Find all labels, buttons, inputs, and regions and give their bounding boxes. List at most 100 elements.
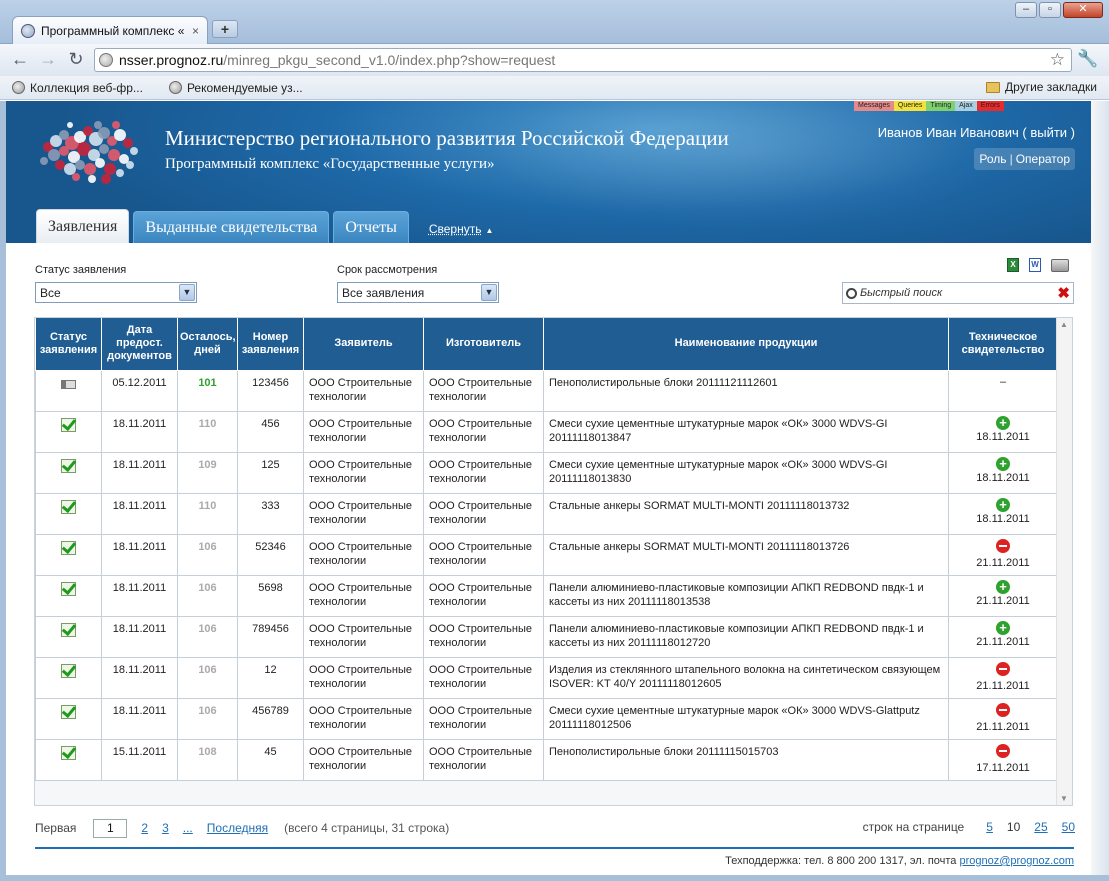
certificate-denied-icon[interactable] bbox=[996, 702, 1010, 717]
scroll-up-icon[interactable]: ▲ bbox=[1060, 320, 1068, 329]
certificate-cell: 21.11.2011 bbox=[948, 656, 1058, 699]
scroll-down-icon[interactable]: ▼ bbox=[1060, 794, 1068, 803]
minimize-button[interactable]: – bbox=[1015, 2, 1037, 18]
close-tab-icon[interactable]: × bbox=[192, 24, 199, 38]
column-header[interactable]: Изготовитель bbox=[423, 318, 544, 371]
table-row[interactable]: 18.11.2011 106 456789 ООО Строительные техн… bbox=[35, 697, 1058, 740]
page-link[interactable]: 3 bbox=[162, 821, 169, 835]
status-cell[interactable] bbox=[35, 533, 102, 576]
word-export-icon[interactable]: W bbox=[1029, 258, 1041, 272]
date-cell: 18.11.2011 bbox=[101, 533, 178, 576]
product-cell: Панели алюминиево-пластиковые композиции… bbox=[543, 574, 949, 617]
site-header: Messages Queries Timing Ajax Errors Министер… bbox=[6, 101, 1091, 243]
debug-tab[interactable]: Queries bbox=[893, 101, 927, 111]
collapse-link[interactable]: Свернуть ▲ bbox=[429, 215, 494, 243]
debug-tab[interactable]: Ajax bbox=[955, 101, 977, 111]
table-row[interactable]: 18.11.2011 109 125 ООО Строительные техноло… bbox=[35, 451, 1058, 494]
column-header[interactable]: Статус заявления bbox=[35, 318, 102, 371]
quick-search[interactable]: Быстрый поиск ✖ bbox=[842, 282, 1074, 304]
tab-applications[interactable]: Заявления bbox=[36, 209, 130, 243]
pagination: Первая 1 2 3 ... Последняя (всего 4 стра… bbox=[35, 818, 1075, 838]
table-row[interactable]: 18.11.2011 110 456 ООО Строительные техноло… bbox=[35, 410, 1058, 453]
new-tab-button[interactable]: + bbox=[212, 20, 238, 38]
print-icon[interactable] bbox=[1051, 258, 1069, 272]
address-bar[interactable]: nsser.prognoz.ru/minreg_pkgu_second_v1.0… bbox=[94, 48, 1072, 72]
logo-dot bbox=[123, 138, 133, 148]
debug-tab[interactable]: Timing bbox=[926, 101, 956, 111]
bookmark-item[interactable]: Коллекция веб-фр... bbox=[12, 81, 143, 95]
product-cell: Смеси сухие цементные штукатурные марок … bbox=[543, 451, 949, 494]
status-cell[interactable] bbox=[35, 410, 102, 453]
bookmark-item[interactable]: Рекомендуемые уз... bbox=[168, 81, 303, 95]
clear-search-icon[interactable]: ✖ bbox=[1057, 284, 1070, 302]
page-link-more[interactable]: ... bbox=[183, 821, 193, 835]
debug-tab[interactable]: Messages bbox=[854, 101, 894, 111]
table-row[interactable]: 18.11.2011 106 789456 ООО Строительные техн… bbox=[35, 615, 1058, 658]
table-row[interactable]: 15.11.2011 108 45 ООО Строительные технолог… bbox=[35, 738, 1058, 781]
term-select[interactable]: Все заявления ▼ bbox=[337, 282, 499, 303]
applicant-cell: ООО Строительные технологии bbox=[303, 492, 424, 535]
column-header[interactable]: Заявитель bbox=[303, 318, 424, 371]
page-link[interactable]: 2 bbox=[141, 821, 148, 835]
table-scrollbar[interactable]: ▲ ▼ bbox=[1056, 318, 1072, 805]
reload-icon[interactable]: ↻ bbox=[64, 48, 88, 72]
back-arrow-icon[interactable]: ← bbox=[8, 48, 32, 72]
maximize-button[interactable]: ▫ bbox=[1039, 2, 1061, 18]
table-row[interactable]: 18.11.2011 106 5698 ООО Строительные технол… bbox=[35, 574, 1058, 617]
support-email-link[interactable]: prognoz@prognoz.com bbox=[959, 855, 1074, 867]
column-header[interactable]: Осталось, дней bbox=[177, 318, 238, 371]
table-row[interactable]: 05.12.2011 101 123456 ООО Строительные техн… bbox=[35, 369, 1058, 412]
certificate-issued-icon[interactable]: + bbox=[996, 415, 1010, 430]
per-page-option[interactable]: 5 bbox=[986, 820, 993, 834]
close-window-button[interactable]: ✕ bbox=[1063, 2, 1103, 18]
browser-tab[interactable]: Программный комплекс « × bbox=[12, 16, 208, 44]
status-cell[interactable] bbox=[35, 738, 102, 781]
column-header[interactable]: Наименование продукции bbox=[543, 318, 949, 371]
tab-reports[interactable]: Отчеты bbox=[333, 211, 409, 243]
status-cell[interactable] bbox=[35, 697, 102, 740]
certificate-issued-icon[interactable]: + bbox=[996, 497, 1010, 512]
dropdown-arrow-icon[interactable]: ▼ bbox=[481, 284, 497, 301]
certificate-issued-icon[interactable]: + bbox=[996, 579, 1010, 594]
status-cell[interactable] bbox=[35, 574, 102, 617]
page-number-input[interactable]: 1 bbox=[93, 818, 128, 838]
certificate-issued-icon[interactable]: + bbox=[996, 620, 1010, 635]
other-bookmarks[interactable]: Другие закладки bbox=[986, 80, 1097, 94]
status-cell[interactable] bbox=[35, 492, 102, 535]
per-page-option[interactable]: 50 bbox=[1062, 820, 1075, 834]
dropdown-arrow-icon[interactable]: ▼ bbox=[179, 284, 195, 301]
debug-tab[interactable]: Errors bbox=[976, 101, 1004, 111]
first-page-label[interactable]: Первая bbox=[35, 821, 76, 835]
bookmark-star-icon[interactable]: ☆ bbox=[1050, 50, 1065, 70]
url-text[interactable]: nsser.prognoz.ru/minreg_pkgu_second_v1.0… bbox=[119, 52, 555, 68]
status-select[interactable]: Все ▼ bbox=[35, 282, 197, 303]
status-cell[interactable] bbox=[35, 656, 102, 699]
column-header[interactable]: Техническое свидетельство bbox=[948, 318, 1058, 371]
user-info[interactable]: Иванов Иван Иванович ( выйти ) bbox=[878, 125, 1075, 140]
tab-issued-certificates[interactable]: Выданные свидетельства bbox=[133, 211, 330, 243]
table-row[interactable]: 18.11.2011 106 52346 ООО Строительные техно… bbox=[35, 533, 1058, 576]
date-cell: 15.11.2011 bbox=[101, 738, 178, 781]
status-cell[interactable] bbox=[35, 615, 102, 658]
application-number-cell: 456 bbox=[237, 410, 304, 453]
status-cell[interactable] bbox=[35, 451, 102, 494]
column-header[interactable]: Номер заявления bbox=[237, 318, 304, 371]
certificate-denied-icon[interactable] bbox=[996, 538, 1010, 553]
approved-check-icon bbox=[61, 745, 76, 760]
role-box[interactable]: Роль | Оператор bbox=[974, 148, 1075, 170]
per-page-option[interactable]: 25 bbox=[1034, 820, 1047, 834]
table-row[interactable]: 18.11.2011 106 12 ООО Строительные технолог… bbox=[35, 656, 1058, 699]
status-cell[interactable] bbox=[35, 369, 102, 412]
site-icon bbox=[99, 53, 113, 67]
forward-arrow-icon[interactable]: → bbox=[36, 48, 60, 72]
certificate-denied-icon[interactable] bbox=[996, 661, 1010, 676]
wrench-icon[interactable]: 🔧 bbox=[1077, 49, 1098, 69]
excel-export-icon[interactable]: X bbox=[1007, 258, 1019, 272]
certificate-denied-icon[interactable] bbox=[996, 743, 1010, 758]
column-header[interactable]: Дата предост. документов bbox=[101, 318, 178, 371]
table-row[interactable]: 18.11.2011 110 333 ООО Строительные техноло… bbox=[35, 492, 1058, 535]
last-page-link[interactable]: Последняя bbox=[207, 821, 268, 835]
certificate-issued-icon[interactable]: + bbox=[996, 456, 1010, 471]
date-cell: 18.11.2011 bbox=[101, 451, 178, 494]
search-input[interactable]: Быстрый поиск bbox=[860, 287, 942, 299]
